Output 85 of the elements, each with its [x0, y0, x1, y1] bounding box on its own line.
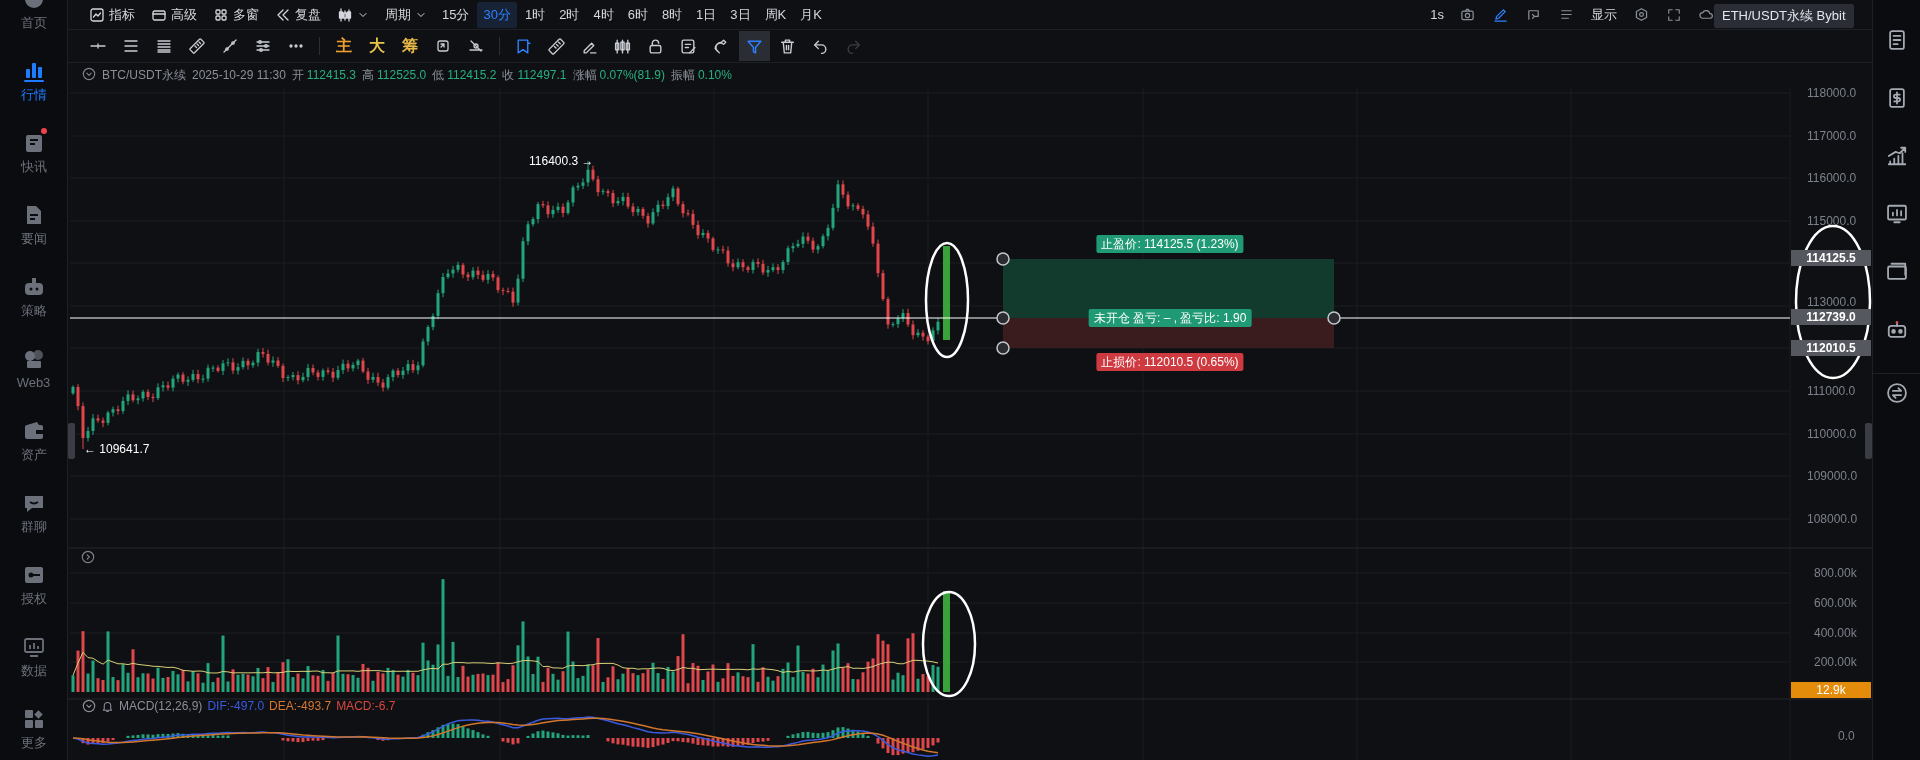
sidebar-item[interactable]: 更多 — [0, 693, 67, 760]
field-label: 低 — [432, 66, 445, 84]
field-value: 0.10% — [697, 68, 732, 82]
field-label: 开 — [291, 66, 304, 84]
interval-tab[interactable]: 6时 — [621, 1, 654, 28]
sidebar-label: 策略 — [20, 303, 47, 319]
price-axis-label: 118000.0 — [1807, 86, 1857, 100]
display-button[interactable]: 显示 — [1584, 2, 1624, 27]
field-value: 112415.2 — [447, 68, 497, 82]
sidebar-item[interactable]: 资产 — [0, 405, 67, 477]
sidebar-label: 要闻 — [20, 231, 47, 247]
sidebar-label: Web3 — [16, 375, 51, 391]
sidebar-item[interactable]: Web3 — [0, 333, 67, 405]
price-tag: 112739.0 — [1791, 309, 1871, 326]
sidebar-item[interactable]: 快讯 — [0, 117, 67, 189]
position-status-label: 未开仓 盈亏: – , 盈亏比: 1.90 — [1088, 309, 1252, 327]
field-value: 0.07%(81.9) — [599, 68, 665, 82]
interval-tab[interactable]: 1时 — [518, 1, 552, 28]
sidebar-item[interactable]: 要闻 — [0, 189, 67, 261]
price-axis-label: 117000.0 — [1807, 128, 1857, 143]
field-label: 振幅 — [670, 66, 695, 84]
sidebar-item[interactable]: 行情 — [0, 45, 67, 117]
volume-axis-label: 200.00k — [1814, 655, 1857, 669]
volume-axis-label: 400.00k — [1814, 626, 1857, 640]
candle-time: 2025-10-29 11:30 — [192, 68, 286, 82]
macd-value: MACD:-6.7 — [336, 699, 396, 713]
field-label: 收 — [502, 66, 515, 84]
sidebar-label: 快讯 — [20, 159, 47, 175]
interval-tab[interactable]: 1日 — [690, 1, 723, 28]
volume-axis-label: 600.00k — [1814, 596, 1857, 610]
interval-tab[interactable]: 月K — [794, 1, 828, 28]
stop-loss-label: 止损价: 112010.5 (0.65%) — [1096, 353, 1244, 371]
indicator-toggle[interactable]: 筹 — [394, 31, 425, 61]
sidebar-label: 授权 — [20, 591, 47, 607]
interval-tab[interactable]: 30分 — [477, 1, 517, 28]
indicator-toggle[interactable]: 大 — [361, 31, 392, 61]
take-profit-label: 止盈价: 114125.5 (1.23%) — [1096, 235, 1244, 253]
sidebar-label: 更多 — [20, 735, 47, 751]
price-tag: 114125.5 — [1791, 250, 1871, 267]
dif-value: DIF:-497.0 — [207, 699, 265, 713]
interval-tab[interactable]: 15分 — [436, 1, 476, 28]
advanced-button[interactable]: 高级 — [144, 2, 204, 27]
price-axis-label: 109000.0 — [1807, 469, 1858, 484]
low-price-label: ← 109641.7 — [84, 442, 150, 456]
volume-axis-label: 800.00k — [1814, 566, 1857, 580]
sidebar-label: 群聊 — [20, 519, 47, 535]
indicators-button[interactable]: 指标 — [82, 2, 142, 27]
sidebar-item[interactable]: 群聊 — [0, 477, 67, 549]
macd-axis-label: 0.0 — [1838, 729, 1855, 743]
price-tag: 112010.5 — [1791, 340, 1871, 357]
indicator-toggle[interactable]: 主 — [328, 31, 359, 61]
price-axis-label: 113000.0 — [1807, 295, 1857, 309]
macd-title: MACD(12,26,9) — [119, 699, 203, 713]
symbol-name: BTC/USDT永续 — [102, 66, 186, 84]
period-dropdown[interactable]: 周期 — [378, 2, 434, 27]
price-axis-label: 115000.0 — [1807, 213, 1857, 228]
replay-button[interactable]: 复盘 — [268, 2, 328, 27]
field-value: 112525.0 — [377, 68, 427, 82]
sidebar-item[interactable]: 数据 — [0, 621, 67, 693]
interval-tab[interactable]: 周K — [758, 1, 793, 28]
volume-tag: 12.9k — [1791, 682, 1871, 698]
sidebar-label: 行情 — [20, 87, 47, 103]
tooltip: ETH/USDT永续 Bybit — [1714, 4, 1854, 28]
price-axis-label: 108000.0 — [1807, 512, 1858, 526]
field-value: 112415.3 — [306, 68, 357, 82]
high-price-label: 116400.3 → — [529, 154, 594, 168]
sidebar-item[interactable]: 授权 — [0, 549, 67, 621]
price-axis-label: 111000.0 — [1807, 384, 1856, 399]
multi-window-button[interactable]: 多窗 — [206, 2, 266, 27]
sidebar-label: 数据 — [20, 663, 47, 679]
sidebar-item[interactable]: 首页 — [0, 0, 67, 45]
field-label: 涨幅 — [572, 66, 597, 84]
field-value: 112497.1 — [517, 68, 567, 82]
field-label: 高 — [362, 66, 375, 84]
sidebar-item[interactable]: 策略 — [0, 261, 67, 333]
price-axis-label: 116000.0 — [1807, 171, 1857, 186]
refresh-rate-button[interactable]: 1s — [1424, 3, 1450, 26]
interval-tab[interactable]: 3日 — [724, 1, 757, 28]
interval-tab[interactable]: 8时 — [655, 1, 689, 28]
sidebar-label: 资产 — [20, 447, 47, 463]
interval-tab[interactable]: 2时 — [553, 1, 586, 28]
sidebar-label: 首页 — [20, 15, 47, 31]
interval-tab[interactable]: 4时 — [587, 1, 620, 28]
price-axis-label: 110000.0 — [1807, 426, 1857, 441]
dea-value: DEA:-493.7 — [269, 699, 332, 713]
